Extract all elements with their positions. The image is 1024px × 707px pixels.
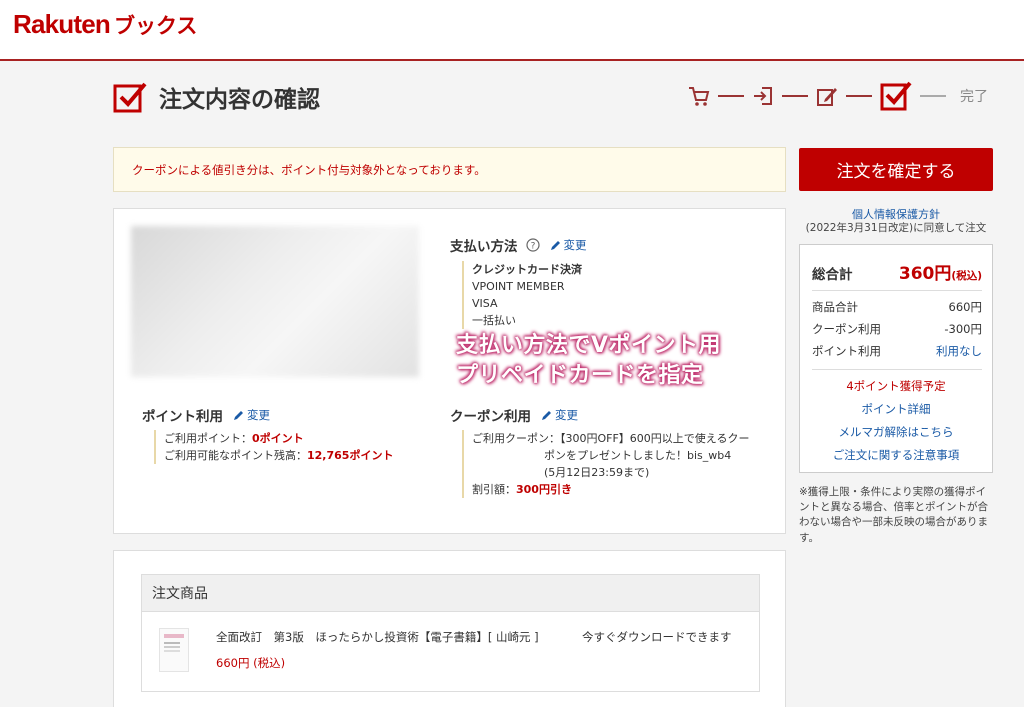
- blurred-address-area: [131, 226, 419, 377]
- step-connector: [846, 95, 872, 97]
- payment-card-name: VPOINT MEMBER: [472, 280, 565, 294]
- coupon-discount-label: 割引額：: [472, 483, 516, 497]
- confirm-order-button[interactable]: 注文を確定する: [799, 148, 993, 191]
- pencil-icon: [542, 410, 551, 420]
- product-price: 660円 (税込): [216, 656, 286, 670]
- coupon-edit-label: 変更: [555, 408, 578, 422]
- payment-card-brand: VISA: [472, 297, 498, 311]
- coupon-edit-link[interactable]: 変更: [541, 407, 578, 423]
- products-header: 注文商品: [141, 574, 760, 612]
- product-name[interactable]: 全面改訂 第3版 ほったらかし投資術【電子書籍】[ 山崎元 ]: [216, 629, 539, 645]
- coupon-line-2: ポンをプレゼントしました！bis_wb4: [544, 449, 732, 463]
- summary-divider: [812, 369, 982, 370]
- edit-form-icon: [817, 88, 837, 106]
- subtotal-value: 660円: [948, 300, 982, 314]
- annotation-line-1: 支払い方法でVポイント用: [456, 333, 722, 358]
- product-thumbnail[interactable]: [159, 628, 189, 672]
- total-row: 総合計 360円 (税込): [812, 259, 982, 291]
- svg-text:?: ?: [530, 242, 535, 252]
- total-tax-label: (税込): [951, 270, 982, 282]
- points-balance-value: 12,765ポイント: [307, 449, 394, 463]
- coupon-section-header: クーポン利用 変更: [450, 405, 578, 425]
- product-download-status: 今すぐダウンロードできます: [582, 630, 732, 644]
- points-details: ご利用ポイント：0ポイント ご利用可能なポイント残高：12,765ポイント: [154, 430, 394, 465]
- logo-sub-text: ブックス: [113, 14, 198, 38]
- pencil-icon: [234, 410, 243, 420]
- payment-edit-link[interactable]: 変更: [550, 237, 587, 253]
- points-edit-link[interactable]: 変更: [233, 407, 270, 423]
- total-amount: 360円: [898, 264, 952, 284]
- total-label: 総合計: [812, 267, 853, 283]
- points-footnote: ※獲得上限・条件により実際の獲得ポイントと異なる場合、倍率とポイントが合わない場…: [799, 486, 988, 544]
- payment-section-header: 支払い方法 ? 変更: [450, 235, 587, 255]
- logo-main-text: Rakuten: [13, 9, 111, 39]
- page-title: 注文内容の確認: [159, 87, 320, 113]
- payment-method: クレジットカード決済: [472, 263, 582, 276]
- checkbox-check-icon: [113, 82, 147, 113]
- order-steps: 完了: [688, 80, 988, 112]
- order-products-panel: 注文商品 全面改訂 第3版 ほったらかし投資術【電子書籍】[ 山崎元 ] 660…: [113, 550, 786, 707]
- login-icon: [754, 87, 772, 105]
- rakuten-books-logo[interactable]: Rakuten ブックス: [13, 9, 197, 43]
- cart-icon: [689, 87, 710, 106]
- help-icon[interactable]: ?: [525, 238, 540, 252]
- coupon-line-3: (5月12日23:59まで): [544, 466, 650, 480]
- site-header: Rakuten ブックス: [0, 0, 1024, 61]
- points-used-value: 0ポイント: [252, 432, 304, 445]
- order-summary: 総合計 360円 (税込) 商品合計 660円 クーポン利用 -300円 ポイン…: [799, 244, 993, 473]
- points-section-header: ポイント利用 変更: [142, 405, 270, 425]
- coupon-usage-value: -300円: [944, 322, 982, 336]
- pencil-icon: [550, 240, 560, 250]
- coupon-usage-row: クーポン利用 -300円: [812, 321, 982, 337]
- product-row: 全面改訂 第3版 ほったらかし投資術【電子書籍】[ 山崎元 ] 660円 (税込…: [141, 612, 760, 692]
- points-used-label: ご利用ポイント：: [164, 432, 252, 445]
- newsletter-unsubscribe-link[interactable]: メルマガ解除はこちら: [800, 424, 992, 440]
- coupon-line-1: ご利用クーポン：【300円OFF】600円以上で使えるクー: [472, 432, 750, 445]
- page-title-area: 注文内容の確認: [113, 80, 320, 114]
- coupon-usage-label: クーポン利用: [812, 322, 881, 336]
- payment-title: 支払い方法: [450, 239, 518, 255]
- step-connector: [920, 95, 946, 97]
- subtotal-row: 商品合計 660円: [812, 299, 982, 315]
- subtotal-label: 商品合計: [812, 300, 858, 314]
- payment-details: クレジットカード決済 VPOINT MEMBER VISA 一括払い: [462, 261, 582, 330]
- coupon-title: クーポン利用: [450, 409, 531, 425]
- confirm-step-icon: [880, 81, 912, 111]
- point-usage-value[interactable]: 利用なし: [936, 343, 982, 359]
- privacy-agreement-note: (2022年3月31日改定)に同意して注文: [805, 222, 987, 234]
- points-edit-label: 変更: [247, 408, 270, 422]
- annotation-overlay: 支払い方法でVポイント用 プリペイドカードを指定: [456, 331, 721, 390]
- points-title: ポイント利用: [142, 409, 223, 425]
- coupon-notice-text: クーポンによる値引き分は、ポイント付与対象外となっております。: [132, 162, 486, 177]
- payment-installment: 一括払い: [472, 314, 516, 328]
- payment-edit-label: 変更: [563, 238, 587, 252]
- step-connector: [718, 95, 744, 97]
- step-connector: [782, 95, 808, 97]
- order-notes-link[interactable]: ご注文に関する注意事項: [800, 447, 992, 463]
- coupon-discount-value: 300円引き: [516, 483, 572, 497]
- points-earned: 4ポイント獲得予定: [846, 379, 946, 393]
- points-balance-label: ご利用可能なポイント残高：: [164, 449, 307, 463]
- point-usage-row: ポイント利用 利用なし: [812, 343, 982, 359]
- step-complete-label: 完了: [960, 89, 988, 105]
- point-details-link[interactable]: ポイント詳細: [800, 401, 992, 417]
- annotation-line-2: プリペイドカードを指定: [456, 362, 704, 388]
- coupon-notice: クーポンによる値引き分は、ポイント付与対象外となっております。: [113, 147, 786, 192]
- point-usage-label: ポイント利用: [812, 344, 881, 358]
- coupon-details: ご利用クーポン：【300円OFF】600円以上で使えるクー ポンをプレゼントしま…: [462, 430, 750, 499]
